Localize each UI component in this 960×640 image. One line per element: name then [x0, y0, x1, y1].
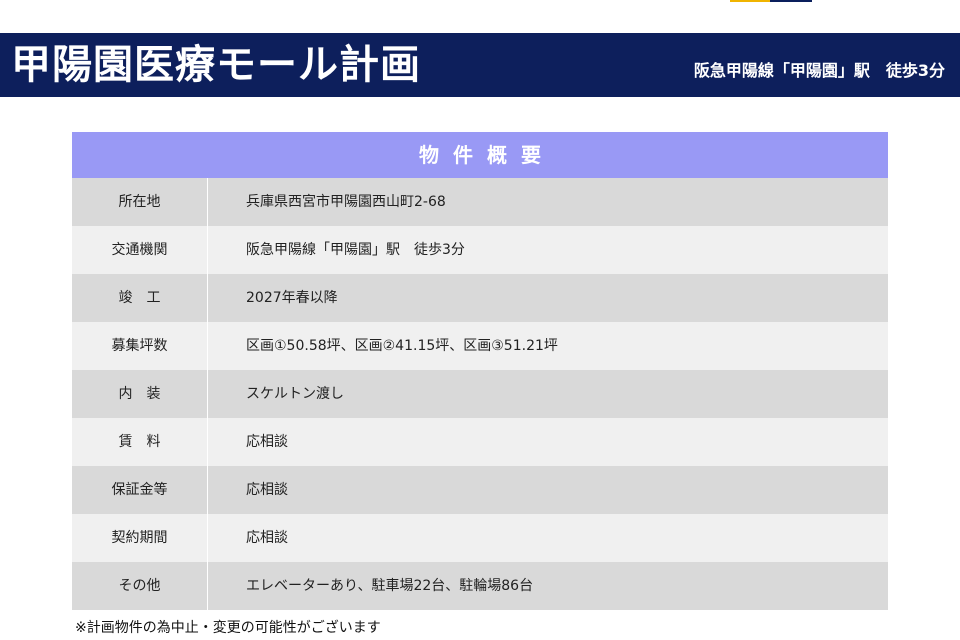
table-row-location: 所在地 兵庫県西宮市甲陽園西山町2-68 [72, 178, 888, 226]
accent-navy-segment [770, 0, 812, 2]
row-label: 賃 料 [72, 418, 208, 466]
row-value: 兵庫県西宮市甲陽園西山町2-68 [246, 194, 446, 210]
row-label: 所在地 [72, 178, 208, 226]
row-value: 2027年春以降 [246, 290, 338, 306]
row-value: 区画①50.58坪、区画②41.15坪、区画③51.21坪 [246, 338, 558, 354]
table-row-transport: 交通機関 阪急甲陽線「甲陽園」駅 徒歩3分 [72, 226, 888, 274]
property-summary-table: 物件概要 所在地 兵庫県西宮市甲陽園西山町2-68 交通機関 阪急甲陽線「甲陽園… [72, 132, 888, 610]
table-heading-text: 物件概要 [419, 143, 555, 167]
accent-gold-segment [730, 0, 770, 2]
row-value: スケルトン渡し [246, 386, 344, 402]
table-row-other: その他 エレベーターあり、駐車場22台、駐輪場86台 [72, 562, 888, 610]
title-bar: 甲陽園医療モール計画 阪急甲陽線「甲陽園」駅 徒歩3分 [0, 33, 960, 97]
row-label: 保証金等 [72, 466, 208, 514]
table-row-deposit: 保証金等 応相談 [72, 466, 888, 514]
row-value: エレベーターあり、駐車場22台、駐輪場86台 [246, 578, 534, 594]
table-row-floor-area: 募集坪数 区画①50.58坪、区画②41.15坪、区画③51.21坪 [72, 322, 888, 370]
row-label: 契約期間 [72, 514, 208, 562]
row-label: 交通機関 [72, 226, 208, 274]
table-row-contract-period: 契約期間 応相談 [72, 514, 888, 562]
footnote: ※計画物件の為中止・変更の可能性がございます [75, 620, 381, 636]
row-value: 応相談 [246, 434, 288, 450]
top-accent-strip [730, 0, 812, 2]
page-title: 甲陽園医療モール計画 [11, 42, 421, 88]
row-value: 阪急甲陽線「甲陽園」駅 徒歩3分 [246, 242, 465, 258]
row-value: 応相談 [246, 482, 288, 498]
table-row-completion: 竣 工 2027年春以降 [72, 274, 888, 322]
row-label: 募集坪数 [72, 322, 208, 370]
table-row-rent: 賃 料 応相談 [72, 418, 888, 466]
access-summary: 阪急甲陽線「甲陽園」駅 徒歩3分 [693, 61, 945, 80]
row-label: その他 [72, 562, 208, 610]
table-heading: 物件概要 [72, 132, 888, 178]
row-label: 内 装 [72, 370, 208, 418]
row-value: 応相談 [246, 530, 288, 546]
row-label: 竣 工 [72, 274, 208, 322]
table-row-interior: 内 装 スケルトン渡し [72, 370, 888, 418]
